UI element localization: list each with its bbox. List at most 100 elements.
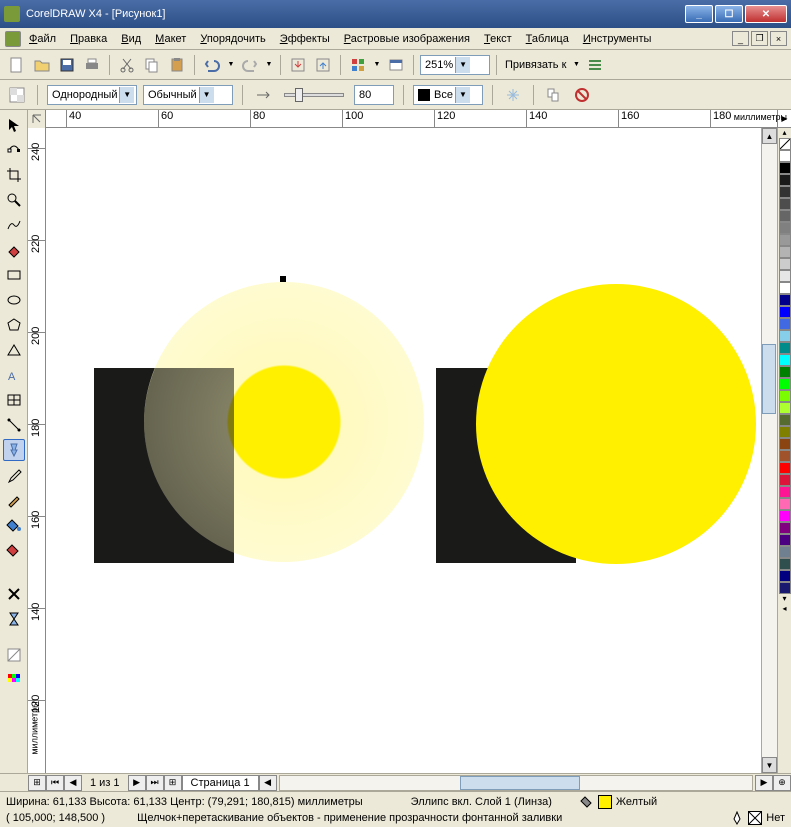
color-swatch[interactable] <box>779 414 791 426</box>
ellipse-tool[interactable] <box>3 289 25 311</box>
horizontal-ruler[interactable]: 406080100120140160180 миллиметры ▶ <box>28 110 791 128</box>
add-page-button[interactable]: ⊞ <box>28 775 46 791</box>
color-swatch[interactable] <box>779 570 791 582</box>
copy-button[interactable] <box>141 54 163 76</box>
vertical-ruler[interactable]: 240220200180160140120 миллиметры <box>28 128 46 773</box>
interactive-transparency-tool[interactable] <box>3 439 25 461</box>
palette-down-arrow[interactable]: ▾ <box>778 594 791 604</box>
color-swatch[interactable] <box>779 366 791 378</box>
color-swatch[interactable] <box>779 222 791 234</box>
close-button[interactable]: ✕ <box>745 5 787 23</box>
add-page-after-button[interactable]: ⊞ <box>164 775 182 791</box>
color-swatch[interactable] <box>779 282 791 294</box>
color-swatch[interactable] <box>779 522 791 534</box>
doc-close-button[interactable]: × <box>770 31 787 46</box>
chevron-down-icon[interactable]: ▼ <box>455 87 470 103</box>
next-page-button[interactable]: ▶ <box>128 775 146 791</box>
menu-файл[interactable]: Файл <box>22 31 63 47</box>
apply-to-dropdown[interactable]: Все▼ <box>413 85 483 105</box>
chevron-down-icon[interactable]: ▼ <box>119 87 134 103</box>
menu-текст[interactable]: Текст <box>477 31 519 47</box>
pick-tool[interactable] <box>3 114 25 136</box>
app-menu-icon[interactable] <box>5 31 21 47</box>
dimension-tool[interactable] <box>3 414 25 436</box>
color-swatch[interactable] <box>779 294 791 306</box>
options-button[interactable] <box>584 54 606 76</box>
transparency-type-dropdown[interactable]: Однородный▼ <box>47 85 137 105</box>
cut-button[interactable] <box>116 54 138 76</box>
open-button[interactable] <box>31 54 53 76</box>
color-swatch[interactable] <box>779 582 791 594</box>
color-swatch[interactable] <box>779 546 791 558</box>
color-swatch[interactable] <box>779 378 791 390</box>
menu-таблица[interactable]: Таблица <box>519 31 576 47</box>
undo-button[interactable] <box>201 54 223 76</box>
color-swatch[interactable] <box>779 306 791 318</box>
crop-tool[interactable] <box>3 164 25 186</box>
prev-page-button[interactable]: ◀ <box>64 775 82 791</box>
color-swatch[interactable] <box>779 210 791 222</box>
menu-эффекты[interactable]: Эффекты <box>273 31 337 47</box>
new-button[interactable] <box>6 54 28 76</box>
transparency-amount-input[interactable]: 80 <box>354 85 394 105</box>
color-swatch[interactable] <box>779 318 791 330</box>
color-swatch[interactable] <box>779 402 791 414</box>
color-swatch[interactable] <box>779 198 791 210</box>
color-swatch[interactable] <box>779 510 791 522</box>
menu-правка[interactable]: Правка <box>63 31 114 47</box>
zoom-tool[interactable] <box>3 189 25 211</box>
color-swatch[interactable] <box>779 234 791 246</box>
color-swatch[interactable] <box>779 330 791 342</box>
delete-tool[interactable] <box>3 583 25 605</box>
color-pick-icon[interactable] <box>3 669 25 691</box>
color-swatch[interactable] <box>779 162 791 174</box>
polygon-tool[interactable] <box>3 314 25 336</box>
text-tool[interactable]: A <box>3 364 25 386</box>
slider-thumb[interactable] <box>295 88 303 102</box>
eyedropper-tool[interactable] <box>3 464 25 486</box>
color-swatch[interactable] <box>779 174 791 186</box>
color-swatch[interactable] <box>779 438 791 450</box>
app-launcher-button[interactable] <box>347 54 369 76</box>
doc-minimize-button[interactable]: _ <box>732 31 749 46</box>
fill-tool[interactable] <box>3 514 25 536</box>
welcome-button[interactable] <box>385 54 407 76</box>
color-swatch[interactable] <box>779 486 791 498</box>
transparency-start-button[interactable] <box>252 84 274 106</box>
color-swatch[interactable] <box>779 498 791 510</box>
save-button[interactable] <box>56 54 78 76</box>
menu-упорядочить[interactable]: Упорядочить <box>193 31 272 47</box>
fill-color-swatch[interactable] <box>598 795 612 809</box>
scroll-up-button[interactable]: ▲ <box>762 128 777 144</box>
minimize-button[interactable]: _ <box>685 5 713 23</box>
outline-tool[interactable] <box>3 489 25 511</box>
copy-transparency-button[interactable] <box>543 84 565 106</box>
app-launcher-dropdown[interactable]: ▼ <box>372 54 382 76</box>
zoom-dropdown[interactable]: 251%▼ <box>420 55 490 75</box>
redo-button[interactable] <box>239 54 261 76</box>
color-swatch[interactable] <box>779 462 791 474</box>
undo-dropdown[interactable]: ▼ <box>226 54 236 76</box>
transparency-operation-dropdown[interactable]: Обычный▼ <box>143 85 233 105</box>
color-swatch[interactable] <box>779 246 791 258</box>
basic-shapes-tool[interactable] <box>3 339 25 361</box>
color-swatch[interactable] <box>779 558 791 570</box>
selection-handle[interactable] <box>280 276 286 282</box>
hscroll-left-button[interactable]: ◀ <box>259 775 277 791</box>
smart-fill-tool[interactable] <box>3 239 25 261</box>
shape-tool[interactable] <box>3 139 25 161</box>
color-swatch[interactable] <box>779 150 791 162</box>
menu-макет[interactable]: Макет <box>148 31 193 47</box>
table-tool[interactable] <box>3 389 25 411</box>
menu-растровые изображения[interactable]: Растровые изображения <box>337 31 477 47</box>
scroll-down-button[interactable]: ▼ <box>762 757 777 773</box>
color-swatch[interactable] <box>779 186 791 198</box>
hscroll-thumb[interactable] <box>460 776 580 790</box>
maximize-button[interactable]: ☐ <box>715 5 743 23</box>
color-swatch[interactable] <box>779 354 791 366</box>
color-swatch[interactable] <box>779 270 791 282</box>
doc-restore-button[interactable]: ❐ <box>751 31 768 46</box>
page-tab[interactable]: Страница 1 <box>182 775 259 791</box>
palette-up-arrow[interactable]: ▴ <box>778 128 791 138</box>
color-swatch[interactable] <box>779 258 791 270</box>
